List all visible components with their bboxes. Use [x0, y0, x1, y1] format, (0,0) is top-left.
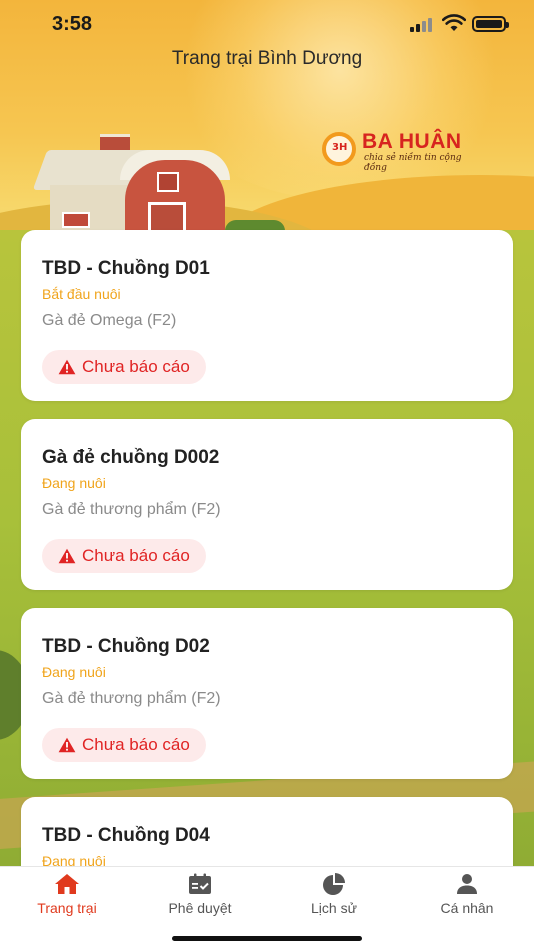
- tab-label: Lịch sử: [311, 900, 357, 916]
- wifi-icon: [442, 14, 466, 31]
- warning-icon: [58, 737, 76, 753]
- barn-name: TBD - Chuồng D02: [42, 636, 210, 657]
- barn-name: Gà đẻ chuồng D002: [42, 447, 220, 468]
- barn-type: Gà đẻ thương phẩm (F2): [42, 501, 221, 518]
- calendar-check-icon: [189, 873, 211, 894]
- logo-tagline: chia sẻ niềm tin cộng đồng: [364, 153, 462, 173]
- barn-type: Gà đẻ Omega (F2): [42, 312, 177, 329]
- tab-approval[interactable]: Phê duyệt: [133, 873, 267, 916]
- barn-name: TBD - Chuồng D04: [42, 825, 210, 846]
- logo-mark: 3H: [322, 132, 356, 166]
- tab-label: Trang trại: [37, 900, 97, 916]
- barn-name: TBD - Chuồng D01: [42, 258, 210, 279]
- tab-history[interactable]: Lịch sử: [267, 873, 401, 916]
- barn-status: Đang nuôi: [42, 475, 106, 491]
- barn-card[interactable]: TBD - Chuồng D02 Đang nuôi Gà đẻ thương …: [21, 608, 513, 779]
- warning-icon: [58, 548, 76, 564]
- report-status-badge[interactable]: Chưa báo cáo: [42, 539, 206, 573]
- person-icon: [457, 874, 477, 894]
- status-time: 3:58: [52, 13, 93, 35]
- battery-icon: [472, 16, 509, 32]
- barn-illustration: [30, 130, 285, 242]
- logo-name: BA HUÂN: [362, 130, 462, 153]
- warning-icon: [58, 359, 76, 375]
- tab-label: Phê duyệt: [168, 900, 232, 916]
- badge-label: Chưa báo cáo: [82, 735, 190, 754]
- pie-chart-icon: [323, 873, 345, 895]
- brand-logo: 3H BA HUÂN chia sẻ niềm tin cộng đồng: [322, 130, 482, 173]
- report-status-badge[interactable]: Chưa báo cáo: [42, 728, 206, 762]
- page-title: Trang trại Bình Dương: [171, 48, 363, 69]
- tab-profile[interactable]: Cá nhân: [400, 873, 534, 916]
- cellular-signal-icon: [410, 18, 436, 32]
- tab-label: Cá nhân: [440, 900, 494, 916]
- barn-card[interactable]: TBD - Chuồng D01 Bắt đầu nuôi Gà đẻ Omeg…: [21, 230, 513, 401]
- badge-label: Chưa báo cáo: [82, 357, 190, 376]
- badge-label: Chưa báo cáo: [82, 546, 190, 565]
- home-indicator[interactable]: [172, 936, 362, 941]
- barn-card[interactable]: Gà đẻ chuồng D002 Đang nuôi Gà đẻ thương…: [21, 419, 513, 590]
- home-icon: [55, 874, 79, 894]
- barn-status: Đang nuôi: [42, 664, 106, 680]
- tab-farm[interactable]: Trang trại: [0, 873, 134, 916]
- barn-type: Gà đẻ thương phẩm (F2): [42, 690, 221, 707]
- status-bar: 3:58: [0, 0, 534, 46]
- barn-status: Bắt đầu nuôi: [42, 286, 121, 302]
- report-status-badge[interactable]: Chưa báo cáo: [42, 350, 206, 384]
